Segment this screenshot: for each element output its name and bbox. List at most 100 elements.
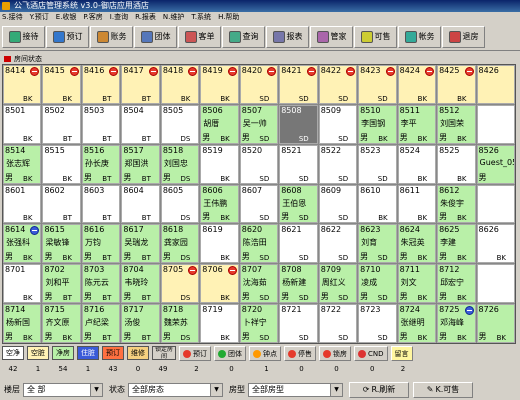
- room-cell[interactable]: 8509 SD: [318, 104, 358, 144]
- room-cell[interactable]: 8502 BT: [42, 104, 81, 144]
- legend-filter-button[interactable]: 预订: [179, 346, 211, 361]
- room-cell[interactable]: 8501 BK: [3, 104, 42, 144]
- room-cell[interactable]: 8721 SD: [279, 304, 318, 343]
- room-cell[interactable]: 8612 朱俊宇男 BK: [437, 184, 476, 224]
- room-cell[interactable]: 8602 BT: [42, 184, 81, 224]
- room-cell[interactable]: 8520 SD: [239, 144, 279, 184]
- toolbar-button-2[interactable]: 账务: [90, 25, 133, 48]
- room-cell[interactable]: 8701 BK: [3, 264, 42, 304]
- menu-item-6[interactable]: N.维护: [163, 12, 184, 23]
- room-cell[interactable]: 8625 李建男 BK: [437, 224, 476, 264]
- room-cell[interactable]: 8418 BK: [160, 65, 200, 104]
- menu-item-0[interactable]: S.接待: [2, 12, 23, 23]
- room-cell[interactable]: 8718 魏荣苏男 DS: [160, 304, 200, 343]
- room-cell[interactable]: 8726 男 BK: [476, 304, 515, 343]
- room-cell[interactable]: 8619 BK: [200, 224, 239, 264]
- toolbar-button-3[interactable]: 团体: [134, 25, 177, 48]
- legend-filter-button[interactable]: 停售: [284, 346, 316, 361]
- room-cell[interactable]: 8621 SD: [279, 224, 318, 264]
- room-cell[interactable]: 8609 SD: [318, 184, 358, 224]
- floor-select[interactable]: 全 部 ▼: [23, 382, 103, 397]
- room-cell[interactable]: 8516 孙长庚男 BT: [81, 144, 121, 184]
- legend-filter-button[interactable]: 钟点: [249, 346, 281, 361]
- room-cell[interactable]: 8618 龚家园男 DS: [160, 224, 200, 264]
- room-cell[interactable]: 8722 SD: [318, 304, 358, 343]
- menu-item-2[interactable]: E.收银: [56, 12, 77, 23]
- toolbar-button-8[interactable]: 可售: [354, 25, 397, 48]
- room-cell[interactable]: 8615 梁敏锋男 BK: [42, 224, 81, 264]
- room-cell[interactable]: 8605 DS: [160, 184, 200, 224]
- menu-item-5[interactable]: R.报表: [135, 12, 156, 23]
- toolbar-button-9[interactable]: 帐务: [398, 25, 441, 48]
- room-cell[interactable]: 8703 陈元云男 BT: [81, 264, 121, 304]
- room-cell[interactable]: 8504 BT: [121, 104, 160, 144]
- room-cell[interactable]: 8723 SD: [358, 304, 397, 343]
- room-cell[interactable]: 8417 BT: [121, 65, 160, 104]
- room-cell[interactable]: 8704 韦晓玲男 BT: [121, 264, 160, 304]
- room-cell[interactable]: 8611 BK: [397, 184, 437, 224]
- room-cell[interactable]: 8622 SD: [318, 224, 358, 264]
- room-cell[interactable]: 8715 齐文原男 BK: [42, 304, 81, 343]
- room-cell[interactable]: 8623 刘育男 SD: [358, 224, 397, 264]
- message-button[interactable]: 留言: [390, 346, 413, 361]
- room-cell[interactable]: 8523 SD: [358, 144, 397, 184]
- available-button[interactable]: ✎ K.可售: [413, 381, 473, 398]
- refresh-button[interactable]: ⟳ R.刷新: [349, 381, 409, 398]
- room-cell[interactable]: 8517 郑国洪男 BT: [121, 144, 160, 184]
- toolbar-button-5[interactable]: 查询: [222, 25, 265, 48]
- toolbar-button-7[interactable]: 管家: [310, 25, 353, 48]
- room-cell[interactable]: 8719 BK: [200, 304, 239, 343]
- room-cell[interactable]: 8506 胡厝男 BK: [200, 104, 239, 144]
- room-cell[interactable]: 8422 SD: [318, 65, 358, 104]
- room-cell[interactable]: 8510 李国钢男 BK: [358, 104, 397, 144]
- room-cell[interactable]: 8616 万钧男 BT: [81, 224, 121, 264]
- room-cell[interactable]: 8706 BK: [200, 264, 239, 304]
- room-cell[interactable]: 8507 吴一帅男 SD: [239, 104, 279, 144]
- room-cell[interactable]: 8716 卢纪梁男 BT: [81, 304, 121, 343]
- room-cell[interactable]: 8521 SD: [279, 144, 318, 184]
- room-cell[interactable]: 8712 邱宏宁男 BK: [437, 264, 476, 304]
- menu-item-8[interactable]: H.帮助: [218, 12, 239, 23]
- room-cell[interactable]: 8707 沈海茹男 SD: [239, 264, 279, 304]
- room-cell[interactable]: 8709 周红义男 SD: [318, 264, 358, 304]
- room-cell[interactable]: [476, 264, 515, 304]
- room-cell[interactable]: 8626 BK: [476, 224, 515, 264]
- room-cell[interactable]: 8514 张志辉男 BK: [3, 144, 42, 184]
- room-cell[interactable]: 8524 BK: [397, 144, 437, 184]
- toolbar-button-1[interactable]: 预订: [46, 25, 89, 48]
- toolbar-button-4[interactable]: 客单: [178, 25, 221, 48]
- room-cell[interactable]: 8419 BK: [200, 65, 239, 104]
- room-cell[interactable]: 8717 汤俊男 BT: [121, 304, 160, 343]
- room-cell[interactable]: 8607 SD: [239, 184, 279, 224]
- room-cell[interactable]: 8601 BK: [3, 184, 42, 224]
- room-cell[interactable]: 8708 杨新建男 SD: [279, 264, 318, 304]
- room-cell[interactable]: 8725 邓海峰男 BK: [437, 304, 476, 343]
- room-cell[interactable]: 8617 吴瑞龙男 BT: [121, 224, 160, 264]
- room-cell[interactable]: 8710 凌成男 SD: [358, 264, 397, 304]
- menu-item-4[interactable]: I.查询: [110, 12, 128, 23]
- room-cell[interactable]: [476, 184, 515, 224]
- room-cell[interactable]: 8508 SD: [279, 104, 318, 144]
- room-cell[interactable]: 8415 BK: [42, 65, 81, 104]
- room-cell[interactable]: 8505 DS: [160, 104, 200, 144]
- legend-filter-button[interactable]: 团体: [214, 346, 246, 361]
- legend-filter-button[interactable]: 锁房: [319, 346, 351, 361]
- room-cell[interactable]: 8424 BK: [397, 65, 437, 104]
- room-cell[interactable]: [476, 104, 515, 144]
- type-select[interactable]: 全部房型 ▼: [248, 382, 343, 397]
- room-cell[interactable]: 8720 卜祥宁男 SD: [239, 304, 279, 343]
- room-cell[interactable]: 8606 王伟鹏男 BK: [200, 184, 239, 224]
- room-cell[interactable]: 8519 BK: [200, 144, 239, 184]
- room-cell[interactable]: 8416 BT: [81, 65, 121, 104]
- room-cell[interactable]: 8518 刘国忠男 DS: [160, 144, 200, 184]
- room-cell[interactable]: 8614 张强科男 BK: [3, 224, 42, 264]
- room-cell[interactable]: 8624 朱冠英男 BK: [397, 224, 437, 264]
- room-cell[interactable]: 8522 SD: [318, 144, 358, 184]
- room-cell[interactable]: 8603 BT: [81, 184, 121, 224]
- room-cell[interactable]: 8512 刘国荣男 BK: [437, 104, 476, 144]
- status-select[interactable]: 全部房态 ▼: [128, 382, 223, 397]
- room-cell[interactable]: 8620 陈浩田男 SD: [239, 224, 279, 264]
- toolbar-button-6[interactable]: 报表: [266, 25, 309, 48]
- room-cell[interactable]: 8702 刘和平男 BT: [42, 264, 81, 304]
- room-cell[interactable]: 8608 王伯恩男 SD: [279, 184, 318, 224]
